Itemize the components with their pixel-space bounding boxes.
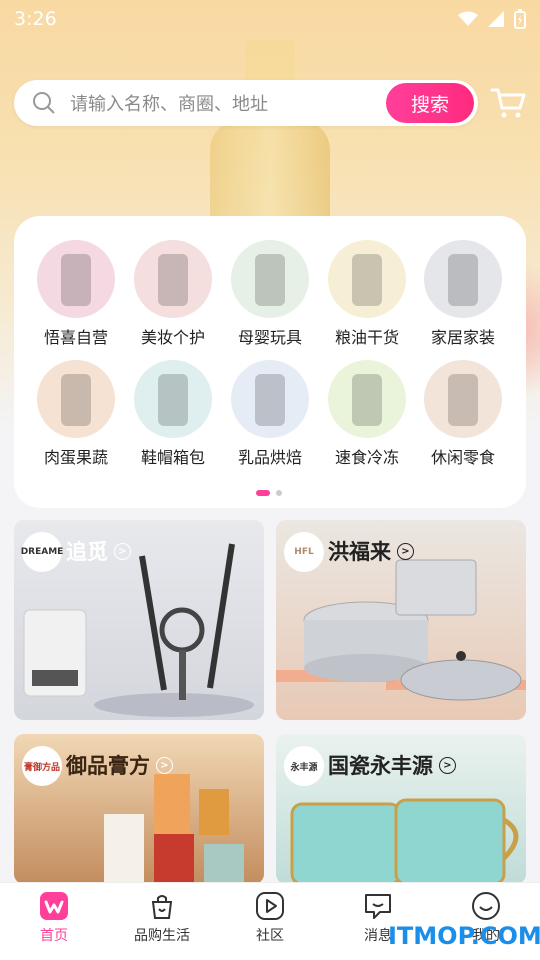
category-product-shape xyxy=(352,374,382,426)
category-label: 肉蛋果蔬 xyxy=(43,448,108,467)
category-label: 美妆个护 xyxy=(140,328,205,347)
category-label: 速食冷冻 xyxy=(334,448,399,467)
milk-powder-icon xyxy=(231,360,309,438)
brand-name: 洪福来 > xyxy=(328,536,414,566)
category-item[interactable]: 母婴玩具 xyxy=(222,240,318,348)
play-icon xyxy=(255,891,285,921)
search-bar[interactable]: 请输入名称、商圈、地址 搜索 xyxy=(14,80,478,126)
chat-icon xyxy=(363,891,393,921)
meat-icon xyxy=(37,360,115,438)
category-label: 母婴玩具 xyxy=(237,328,302,347)
category-product-shape xyxy=(255,254,285,306)
tab-home[interactable]: 首页 xyxy=(0,883,108,960)
battery-icon xyxy=(514,9,526,29)
category-item[interactable]: 休闲零食 xyxy=(415,360,511,468)
category-product-shape xyxy=(255,374,285,426)
category-label: 悟喜自营 xyxy=(43,328,108,347)
skincare-bottle-icon xyxy=(37,240,115,318)
search-input[interactable]: 请输入名称、商圈、地址 xyxy=(70,90,268,116)
category-label: 粮油干货 xyxy=(334,328,399,347)
chevron-right-icon: > xyxy=(397,542,414,560)
tab-community[interactable]: 社区 xyxy=(216,883,324,960)
category-product-shape xyxy=(448,374,478,426)
brand-card-hongfulai[interactable]: HFL 洪福来 > xyxy=(276,520,526,720)
wifi-icon xyxy=(458,11,478,26)
chevron-right-icon: > xyxy=(114,542,131,560)
hfl-logo: HFL xyxy=(284,532,324,572)
brand-card-dreame[interactable]: DREAME 追觅 > xyxy=(14,520,264,720)
category-label: 乳品烘焙 xyxy=(237,448,302,467)
category-product-shape xyxy=(448,254,478,306)
category-item[interactable]: 鞋帽箱包 xyxy=(125,360,221,468)
category-label: 家居家装 xyxy=(430,328,495,347)
luggage-icon xyxy=(134,360,212,438)
dreame-logo: DREAME xyxy=(21,532,63,572)
tab-label: 社区 xyxy=(256,928,284,944)
category-label: 鞋帽箱包 xyxy=(140,448,205,467)
yongfengyuan-logo: 永丰源 xyxy=(284,746,324,786)
tab-label: 首页 xyxy=(40,928,68,944)
page-dot-active xyxy=(256,490,270,496)
brand-card-yongfengyuan[interactable]: 永丰源 国瓷永丰源 > xyxy=(276,734,526,884)
search-button[interactable]: 搜索 xyxy=(386,83,474,123)
corn-icon xyxy=(328,360,406,438)
category-item[interactable]: 粮油干货 xyxy=(319,240,415,348)
category-item[interactable]: 悟喜自营 xyxy=(28,240,124,348)
cart-icon[interactable] xyxy=(490,86,526,120)
category-item[interactable]: 速食冷冻 xyxy=(319,360,415,468)
category-label: 休闲零食 xyxy=(430,448,495,467)
category-product-shape xyxy=(61,374,91,426)
category-product-shape xyxy=(158,374,188,426)
page-indicator xyxy=(256,490,282,496)
status-time: 3:26 xyxy=(14,8,57,30)
nuts-icon xyxy=(424,360,502,438)
category-card: 悟喜自营 美妆个护 母婴玩具 粮油干货 家居家装肉蛋果蔬 鞋帽箱包 乳品烘焙 速食冷冻 休闲零食 xyxy=(14,216,526,508)
chevron-right-icon: > xyxy=(439,756,456,774)
cooking-oil-icon xyxy=(328,240,406,318)
yupin-logo: 膏御方品 xyxy=(22,746,62,786)
category-item[interactable]: 美妆个护 xyxy=(125,240,221,348)
category-item[interactable]: 家居家装 xyxy=(415,240,511,348)
home-icon xyxy=(39,891,69,921)
baby-bottle-icon xyxy=(231,240,309,318)
chevron-right-icon: > xyxy=(156,756,173,774)
category-product-shape xyxy=(352,254,382,306)
smile-icon xyxy=(471,891,501,921)
category-item[interactable]: 乳品烘焙 xyxy=(222,360,318,468)
status-bar: 3:26 xyxy=(0,0,540,38)
brand-name: 国瓷永丰源 > xyxy=(328,750,456,780)
signal-icon xyxy=(488,11,504,27)
shopping-bag-icon xyxy=(147,891,177,921)
watermark: ITMOP.COM xyxy=(388,922,540,950)
category-item[interactable]: 肉蛋果蔬 xyxy=(28,360,124,468)
brand-name: 追觅 > xyxy=(66,536,131,566)
category-product-shape xyxy=(61,254,91,306)
tab-label: 品购生活 xyxy=(134,928,190,944)
tab-shopping[interactable]: 品购生活 xyxy=(108,883,216,960)
page-dot xyxy=(276,490,282,496)
category-product-shape xyxy=(158,254,188,306)
brand-name: 御品膏方 > xyxy=(66,750,173,780)
brand-card-yupin[interactable]: 膏御方品 御品膏方 > xyxy=(14,734,264,884)
bedding-icon xyxy=(424,240,502,318)
cosmetics-icon xyxy=(134,240,212,318)
search-icon xyxy=(33,92,55,114)
